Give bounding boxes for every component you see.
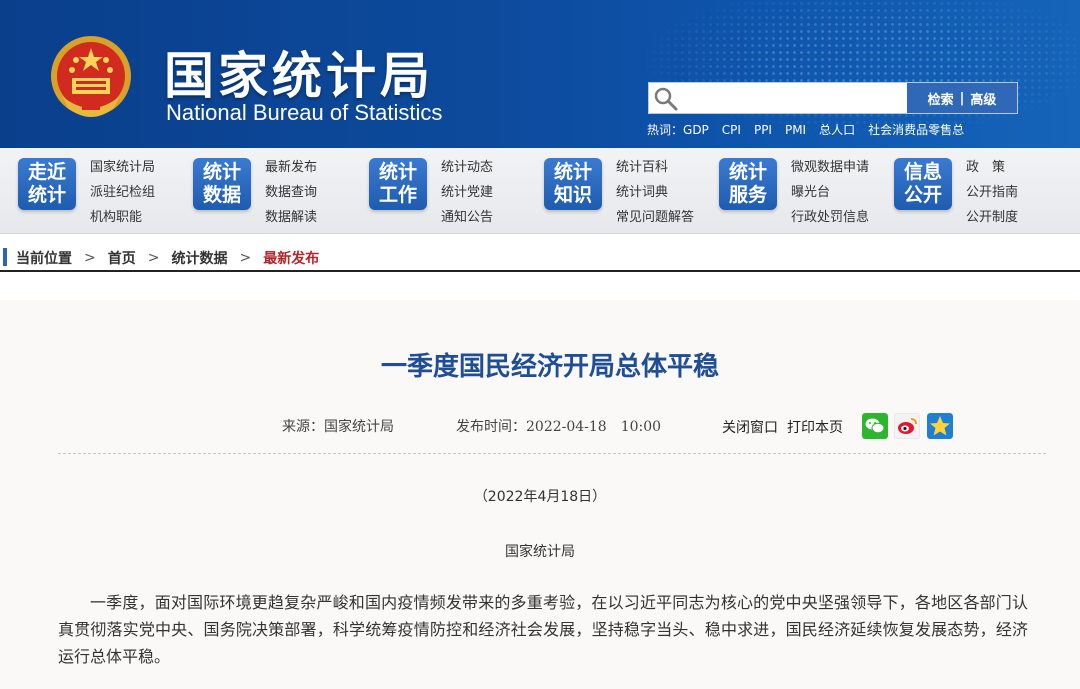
article-paragraph: 一季度，面对国际环境更趋复杂严峻和国内疫情频发带来的多重考验，在以习近平同志为核… — [58, 593, 1028, 666]
nav-link[interactable]: 国家统计局 — [90, 155, 155, 180]
breadcrumb-trail: 当前位置 > 首页 > 统计数据 > 最新发布 — [16, 248, 319, 268]
site-subtitle: National Bureau of Statistics — [166, 100, 443, 125]
breadcrumb-label: 当前位置 — [16, 251, 72, 267]
nav-badge-data[interactable]: 统计 数据 — [193, 158, 251, 210]
nav-link[interactable]: 统计党建 — [441, 180, 493, 205]
nav-badge-knowledge[interactable]: 统计 知识 — [544, 158, 602, 210]
nav-links-service: 微观数据申请 曝光台 行政处罚信息 — [791, 155, 869, 230]
nav-link[interactable]: 统计词典 — [616, 180, 694, 205]
breadcrumb-data-link[interactable]: 统计数据 — [171, 248, 227, 268]
search-separator: | — [959, 90, 965, 106]
breadcrumb-home-link[interactable]: 首页 — [108, 248, 136, 268]
nav-link[interactable]: 政 策 — [966, 155, 1018, 180]
nav-links-disclosure: 政 策 公开指南 公开制度 — [966, 155, 1018, 230]
nav-link[interactable]: 统计动态 — [441, 155, 493, 180]
nav-link[interactable]: 常见问题解答 — [616, 205, 694, 230]
breadcrumb-marker — [3, 248, 7, 266]
search-icon — [654, 87, 678, 111]
favorite-star-icon[interactable] — [927, 413, 953, 439]
hotword-link[interactable]: PPI — [754, 123, 772, 137]
hotword-link[interactable]: GDP — [683, 123, 709, 137]
hotwords-bar: 热词：GDP CPI PPI PMI 总人口 社会消费品零售总 — [647, 121, 977, 138]
nav-links-work: 统计动态 统计党建 通知公告 — [441, 155, 493, 230]
chevron-right-icon: > — [239, 250, 252, 266]
close-window-button[interactable]: 关闭窗口 — [722, 417, 778, 437]
nav-badge-service[interactable]: 统计 服务 — [719, 158, 777, 210]
nav-links-knowledge: 统计百科 统计词典 常见问题解答 — [616, 155, 694, 230]
nav-link[interactable]: 机构职能 — [90, 205, 155, 230]
nav-link[interactable]: 曝光台 — [791, 180, 869, 205]
nav-link[interactable]: 统计百科 — [616, 155, 694, 180]
nav-link[interactable]: 公开制度 — [966, 205, 1018, 230]
nav-link[interactable]: 数据解读 — [265, 205, 317, 230]
hotwords-label: 热词： — [647, 123, 684, 137]
article-publish-time: 发布时间：2022-04-18 10:00 — [456, 419, 662, 435]
nav-link[interactable]: 微观数据申请 — [791, 155, 869, 180]
weibo-icon[interactable] — [894, 413, 920, 439]
nav-links-about: 国家统计局 派驻纪检组 机构职能 — [90, 155, 155, 230]
wechat-icon[interactable] — [862, 413, 888, 439]
search-button[interactable]: 检索 — [928, 89, 954, 108]
hotword-link[interactable]: CPI — [722, 123, 741, 137]
article-divider — [58, 453, 1046, 454]
breadcrumb: 当前位置 > 首页 > 统计数据 > 最新发布 — [0, 244, 1080, 272]
nav-badge-work[interactable]: 统计 工作 — [369, 158, 427, 210]
nav-links-data: 最新发布 数据查询 数据解读 — [265, 155, 317, 230]
search-box: 检索 | 高级 — [648, 82, 1018, 114]
nav-link[interactable]: 派驻纪检组 — [90, 180, 155, 205]
nav-badge-about[interactable]: 走近 统计 — [18, 158, 76, 210]
hotword-link[interactable]: 社会消费品零售总 — [868, 123, 964, 137]
nav-link[interactable]: 公开指南 — [966, 180, 1018, 205]
hotword-link[interactable]: PMI — [785, 123, 806, 137]
article-date-line: （2022年4月18日） — [473, 489, 607, 505]
search-input[interactable] — [683, 84, 907, 112]
article-source: 来源：国家统计局 — [282, 419, 394, 435]
article-org-line: 国家统计局 — [505, 544, 575, 560]
site-title[interactable]: 国家统计局 — [164, 36, 434, 108]
article-title: 一季度国民经济开局总体平稳 — [380, 352, 719, 382]
chevron-right-icon: > — [147, 250, 160, 266]
nav-link[interactable]: 通知公告 — [441, 205, 493, 230]
nav-link[interactable]: 数据查询 — [265, 180, 317, 205]
article: 一季度国民经济开局总体平稳 来源：国家统计局 发布时间：2022-04-18 1… — [0, 300, 1080, 689]
search-buttons: 检索 | 高级 — [907, 83, 1017, 113]
site-header: 国家统计局 National Bureau of Statistics 检索 |… — [0, 0, 1080, 148]
chevron-right-icon: > — [84, 250, 96, 266]
breadcrumb-current[interactable]: 最新发布 — [263, 248, 319, 268]
print-page-button[interactable]: 打印本页 — [787, 417, 843, 437]
advanced-search-button[interactable]: 高级 — [970, 89, 996, 108]
national-emblem-icon[interactable] — [48, 34, 134, 122]
nav-link[interactable]: 最新发布 — [265, 155, 317, 180]
hotword-link[interactable]: 总人口 — [819, 123, 855, 137]
main-nav: 走近 统计 国家统计局 派驻纪检组 机构职能 统计 数据 最新发布 数据查询 数据解… — [0, 148, 1080, 234]
nav-link[interactable]: 行政处罚信息 — [791, 205, 869, 230]
nav-badge-disclosure[interactable]: 信息 公开 — [894, 158, 952, 210]
